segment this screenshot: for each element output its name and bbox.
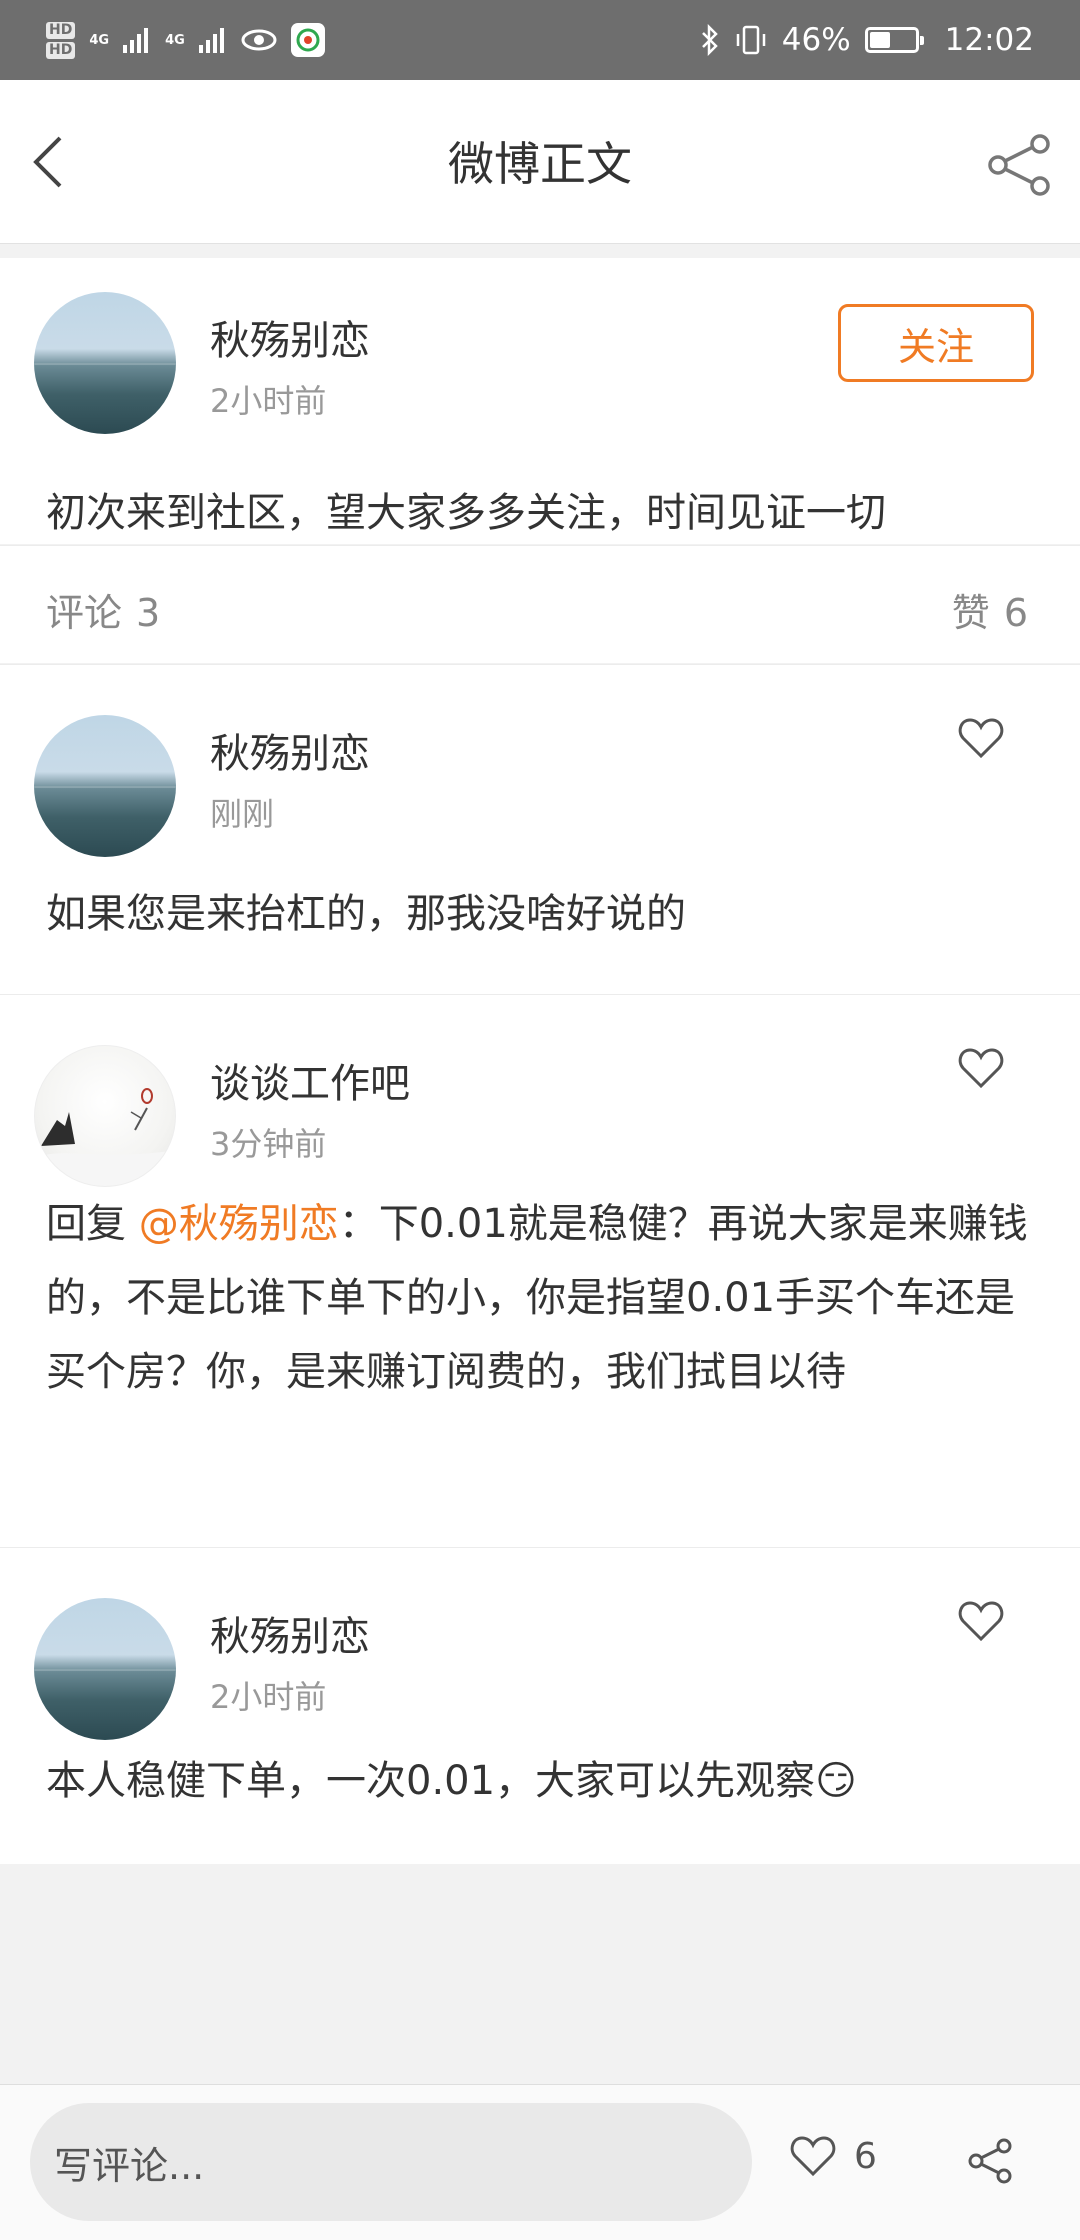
follow-button[interactable]: 关注 (838, 304, 1034, 382)
battery-fill (869, 32, 890, 48)
post-text: 初次来到社区，望大家多多关注，时间见证一切 (46, 490, 886, 536)
comment-time: 3分钟前 (210, 1125, 327, 1163)
hd-stack: HD HD (46, 21, 76, 59)
like-button[interactable]: 6 (790, 2135, 877, 2177)
post-time: 2小时前 (210, 382, 327, 420)
likes-count: 6 (1003, 591, 1028, 635)
eye-icon (241, 29, 277, 51)
likes-label: 赞 (951, 591, 990, 635)
avatar[interactable] (34, 292, 176, 434)
avatar[interactable] (34, 715, 176, 857)
comment-item: 秋殇别恋 2小时前 本人稳健下单，一次0.01，大家可以先观察😏 (0, 1548, 1080, 1866)
reply-prefix: 回复 (46, 1201, 139, 1247)
share-icon[interactable] (986, 132, 1052, 198)
comment-item: 秋殇别恋 刚刚 如果您是来抬杠的，那我没啥好说的 (0, 665, 1080, 995)
battery-percent: 46% (781, 22, 851, 58)
comment-time: 2小时前 (210, 1678, 327, 1716)
comment-time: 刚刚 (210, 795, 275, 833)
ink-painting-icon (35, 1088, 175, 1186)
battery-icon (864, 27, 924, 53)
network-label-2: 4G (165, 32, 185, 48)
page-title: 微博正文 (448, 137, 632, 191)
hd-indicator-1: HD (46, 21, 76, 39)
status-bar: HD HD 4G 4G 46% 12:02 (0, 0, 1080, 80)
status-left: HD HD 4G 4G (46, 21, 325, 59)
avatar[interactable] (34, 1045, 176, 1187)
avatar[interactable] (34, 1598, 176, 1740)
heart-icon[interactable] (958, 1047, 1004, 1089)
comment-text: 如果您是来抬杠的，那我没啥好说的 (46, 891, 686, 937)
likes-tab[interactable]: 赞6 (952, 582, 1028, 637)
comment-text: 本人稳健下单，一次0.01，大家可以先观察😏 (46, 1744, 1040, 1818)
bottom-bar: 写评论... 6 (0, 2084, 1080, 2240)
comment-item: 谈谈工作吧 3分钟前 回复 @秋殇别恋：下0.01就是稳健？再说大家是来赚钱的，… (0, 995, 1080, 1548)
share-icon[interactable] (966, 2137, 1014, 2185)
comment-text: 回复 @秋殇别恋：下0.01就是稳健？再说大家是来赚钱的，不是比谁下单下的小，你… (46, 1187, 1040, 1409)
post-card: 秋殇别恋 2小时前 关注 初次来到社区，望大家多多关注，时间见证一切 (0, 258, 1080, 544)
network-label-1: 4G (89, 32, 110, 48)
comment-body: 本人稳健下单，一次0.01，大家可以先观察 (46, 1758, 816, 1804)
comment-input[interactable]: 写评论... (30, 2103, 752, 2221)
vibrate-icon (736, 25, 765, 55)
comments-count: 3 (136, 591, 161, 635)
like-count: 6 (854, 2135, 877, 2177)
heart-icon (790, 2136, 836, 2177)
mention-link[interactable]: @秋殇别恋 (139, 1201, 339, 1247)
post-stats: 评论 3 赞6 (0, 545, 1080, 663)
heart-icon[interactable] (958, 1600, 1004, 1642)
comment-author[interactable]: 秋殇别恋 (210, 721, 370, 779)
heart-icon[interactable] (958, 717, 1004, 759)
app-notification-icon (290, 23, 325, 57)
post-author[interactable]: 秋殇别恋 (210, 308, 370, 366)
comments-tab[interactable]: 评论 3 (46, 582, 160, 637)
comments-label: 评论 (46, 591, 123, 635)
bluetooth-icon (701, 24, 718, 56)
comment-list: 秋殇别恋 刚刚 如果您是来抬杠的，那我没啥好说的 谈谈工作吧 3分钟前 回复 @… (0, 664, 1080, 1864)
clock: 12:02 (944, 22, 1034, 58)
smirk-emoji: 😏 (815, 1758, 857, 1804)
signal-icon-2 (198, 28, 224, 53)
status-right: 46% 12:02 (700, 22, 1034, 58)
hd-indicator-2: HD (46, 41, 76, 59)
comment-author[interactable]: 谈谈工作吧 (210, 1051, 410, 1109)
signal-icon (123, 28, 149, 53)
nav-header: 微博正文 (0, 80, 1080, 244)
comment-author[interactable]: 秋殇别恋 (210, 1604, 370, 1662)
